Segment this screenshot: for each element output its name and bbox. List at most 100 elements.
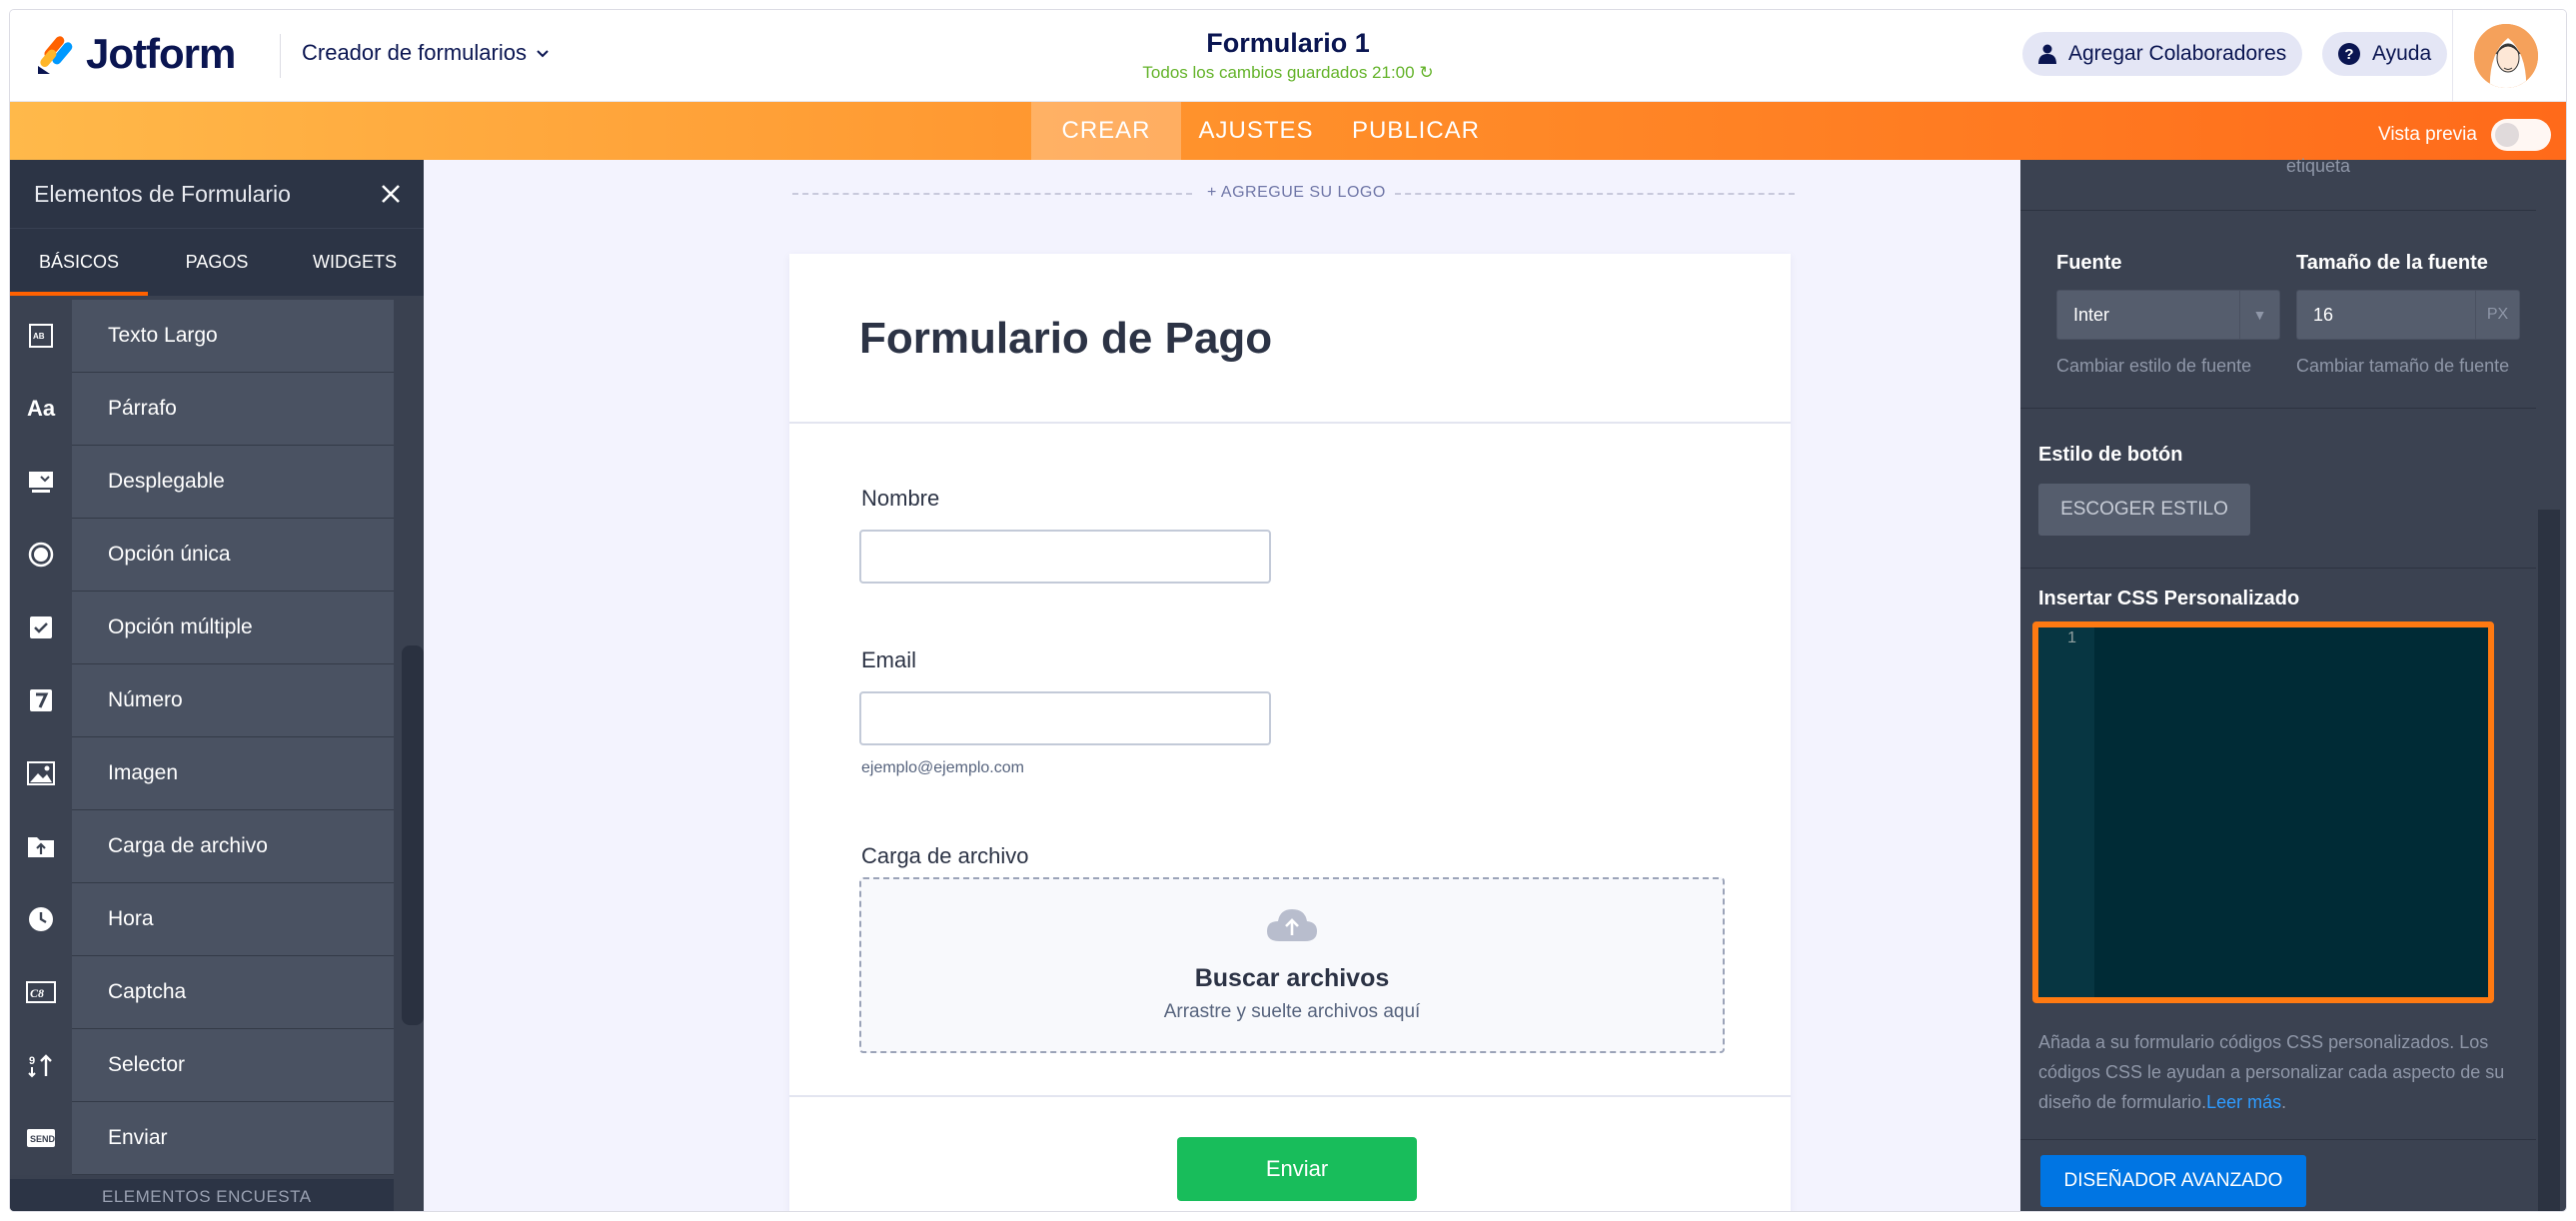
element-label: Enviar — [108, 1126, 168, 1149]
read-more-link[interactable]: Leer más — [2206, 1092, 2281, 1112]
image-icon — [10, 736, 72, 810]
element-imagen[interactable]: Imagen — [10, 736, 394, 810]
element-captcha[interactable]: C8 Captcha — [10, 955, 394, 1029]
paragraph-icon: Aa — [10, 372, 72, 446]
upload-field-label[interactable]: Carga de archivo — [861, 843, 1029, 869]
right-scrollbar[interactable] — [2538, 510, 2560, 1211]
upload-title: Buscar archivos — [1194, 964, 1390, 992]
element-opcion-unica[interactable]: Opción única — [10, 518, 394, 592]
form-card: Formulario de Pago Nombre Email ejemplo@… — [789, 254, 1791, 1211]
preview-toggle[interactable] — [2490, 119, 2551, 151]
element-label: Opción múltiple — [108, 615, 253, 638]
advanced-designer-button[interactable]: DISEÑADOR AVANZADO — [2040, 1155, 2306, 1207]
element-label: Carga de archivo — [108, 834, 268, 857]
element-carga-archivo[interactable]: Carga de archivo — [10, 809, 394, 883]
tab-ajustes[interactable]: AJUSTES — [1181, 102, 1331, 160]
element-hora[interactable]: Hora — [10, 882, 394, 956]
tab-widgets[interactable]: WIDGETS — [286, 229, 424, 296]
radio-icon — [10, 518, 72, 592]
dropdown-icon — [10, 445, 72, 519]
email-input[interactable] — [859, 691, 1271, 745]
svg-text:AB: AB — [33, 332, 45, 341]
left-scrollbar[interactable] — [402, 645, 424, 1025]
element-opcion-multiple[interactable]: Opción múltiple — [10, 591, 394, 664]
tab-publicar-label: PUBLICAR — [1351, 117, 1481, 144]
panel-divider — [2020, 408, 2536, 409]
element-numero[interactable]: Número — [10, 663, 394, 737]
select-arrow-icon: ▼ — [2239, 291, 2279, 339]
form-elements-header: Elementos de Formulario — [10, 160, 424, 228]
element-enviar[interactable]: SEND Enviar — [10, 1101, 394, 1175]
email-sublabel: ejemplo@ejemplo.com — [861, 759, 1024, 776]
tab-basicos[interactable]: BÁSICOS — [10, 229, 148, 296]
form-elements-tabs: BÁSICOS PAGOS WIDGETS — [10, 228, 424, 296]
top-bar: Jotform Creador de formularios Formulari… — [10, 10, 2566, 102]
font-value: Inter — [2073, 304, 2110, 325]
close-icon[interactable] — [380, 183, 402, 205]
svg-text:C8: C8 — [30, 986, 44, 1000]
element-label: Captcha — [108, 980, 187, 1003]
svg-text:9: 9 — [29, 1055, 35, 1067]
css-line-numbers: 1 — [2038, 627, 2094, 997]
element-desplegable[interactable]: Desplegable — [10, 445, 394, 519]
tab-pagos[interactable]: PAGOS — [148, 229, 286, 296]
email-field-label[interactable]: Email — [861, 647, 916, 673]
add-collaborators-button[interactable]: Agregar Colaboradores — [2022, 32, 2303, 76]
builder-nav: CREAR AJUSTES PUBLICAR Vista previa — [10, 102, 2566, 160]
element-texto-largo[interactable]: AB Texto Largo — [10, 299, 394, 373]
svg-text:SEND: SEND — [30, 1134, 56, 1144]
add-logo-button[interactable]: + AGREGUE SU LOGO — [1207, 184, 1386, 202]
panel-divider — [2020, 1139, 2536, 1140]
font-select[interactable]: Inter ▼ — [2056, 290, 2280, 340]
help-label: Ayuda — [2372, 42, 2432, 65]
tab-pagos-label: PAGOS — [185, 252, 249, 272]
choose-style-button[interactable]: ESCOGER ESTILO — [2038, 484, 2250, 536]
name-field-label[interactable]: Nombre — [861, 486, 939, 512]
properties-panel: etiqueta Fuente Tamaño de la fuente Inte… — [2020, 156, 2566, 1211]
file-upload-dropzone[interactable]: Buscar archivos Arrastre y suelte archiv… — [859, 877, 1725, 1053]
submit-icon: SEND — [10, 1101, 72, 1175]
submit-button[interactable]: Enviar — [1177, 1137, 1417, 1201]
help-button[interactable]: ? Ayuda — [2322, 32, 2448, 76]
app-window: Jotform Creador de formularios Formulari… — [10, 10, 2566, 1211]
save-status-text: Todos los cambios guardados 21:00 — [1142, 63, 1415, 82]
element-label: Imagen — [108, 761, 179, 784]
panel-divider — [2020, 568, 2536, 569]
preview-control: Vista previa — [2378, 119, 2551, 151]
element-label: Selector — [108, 1053, 186, 1076]
element-parrafo[interactable]: Aa Párrafo — [10, 372, 394, 446]
font-size-input[interactable]: 16 PX — [2296, 290, 2520, 340]
panel-divider — [2020, 210, 2536, 211]
cloud-upload-icon — [1267, 909, 1317, 941]
textarea-icon: AB — [10, 299, 72, 373]
css-help-text: Añada a su formulario códigos CSS person… — [2038, 1027, 2524, 1117]
form-heading[interactable]: Formulario de Pago — [859, 314, 1272, 364]
tab-crear[interactable]: CREAR — [1031, 102, 1181, 160]
survey-elements-section[interactable]: ELEMENTOS ENCUESTA — [10, 1179, 394, 1211]
name-input[interactable] — [859, 530, 1271, 584]
user-avatar[interactable] — [2472, 22, 2540, 90]
font-label: Fuente — [2056, 252, 2122, 274]
custom-css-editor[interactable]: 1 — [2032, 621, 2494, 1003]
file-upload-icon — [10, 809, 72, 883]
font-size-help-text: Cambiar tamaño de fuente — [2296, 356, 2510, 376]
element-label: Desplegable — [108, 470, 225, 493]
checkbox-icon — [10, 591, 72, 664]
element-label: Párrafo — [108, 397, 177, 420]
css-line-number: 1 — [2067, 629, 2076, 646]
preview-label: Vista previa — [2378, 124, 2477, 145]
tab-publicar[interactable]: PUBLICAR — [1331, 102, 1501, 160]
upload-subtitle: Arrastre y suelte archivos aquí — [1163, 1001, 1421, 1022]
header-divider-right — [2452, 10, 2453, 102]
form-elements-list: AB Texto Largo Aa Párrafo Desplegable Op… — [10, 299, 394, 1175]
form-elements-panel: Elementos de Formulario BÁSICOS PAGOS WI… — [10, 160, 424, 1211]
label-fragment-text: etiqueta — [2286, 156, 2351, 176]
tab-ajustes-label: AJUSTES — [1198, 117, 1314, 144]
button-style-label: Estilo de botón — [2038, 444, 2183, 466]
user-icon — [2038, 44, 2056, 64]
font-size-value: 16 — [2313, 304, 2334, 325]
logo-divider-right — [1395, 193, 1795, 195]
tab-widgets-label: WIDGETS — [313, 252, 397, 272]
element-selector[interactable]: 9 Selector — [10, 1028, 394, 1102]
css-help-period: . — [2281, 1092, 2287, 1112]
